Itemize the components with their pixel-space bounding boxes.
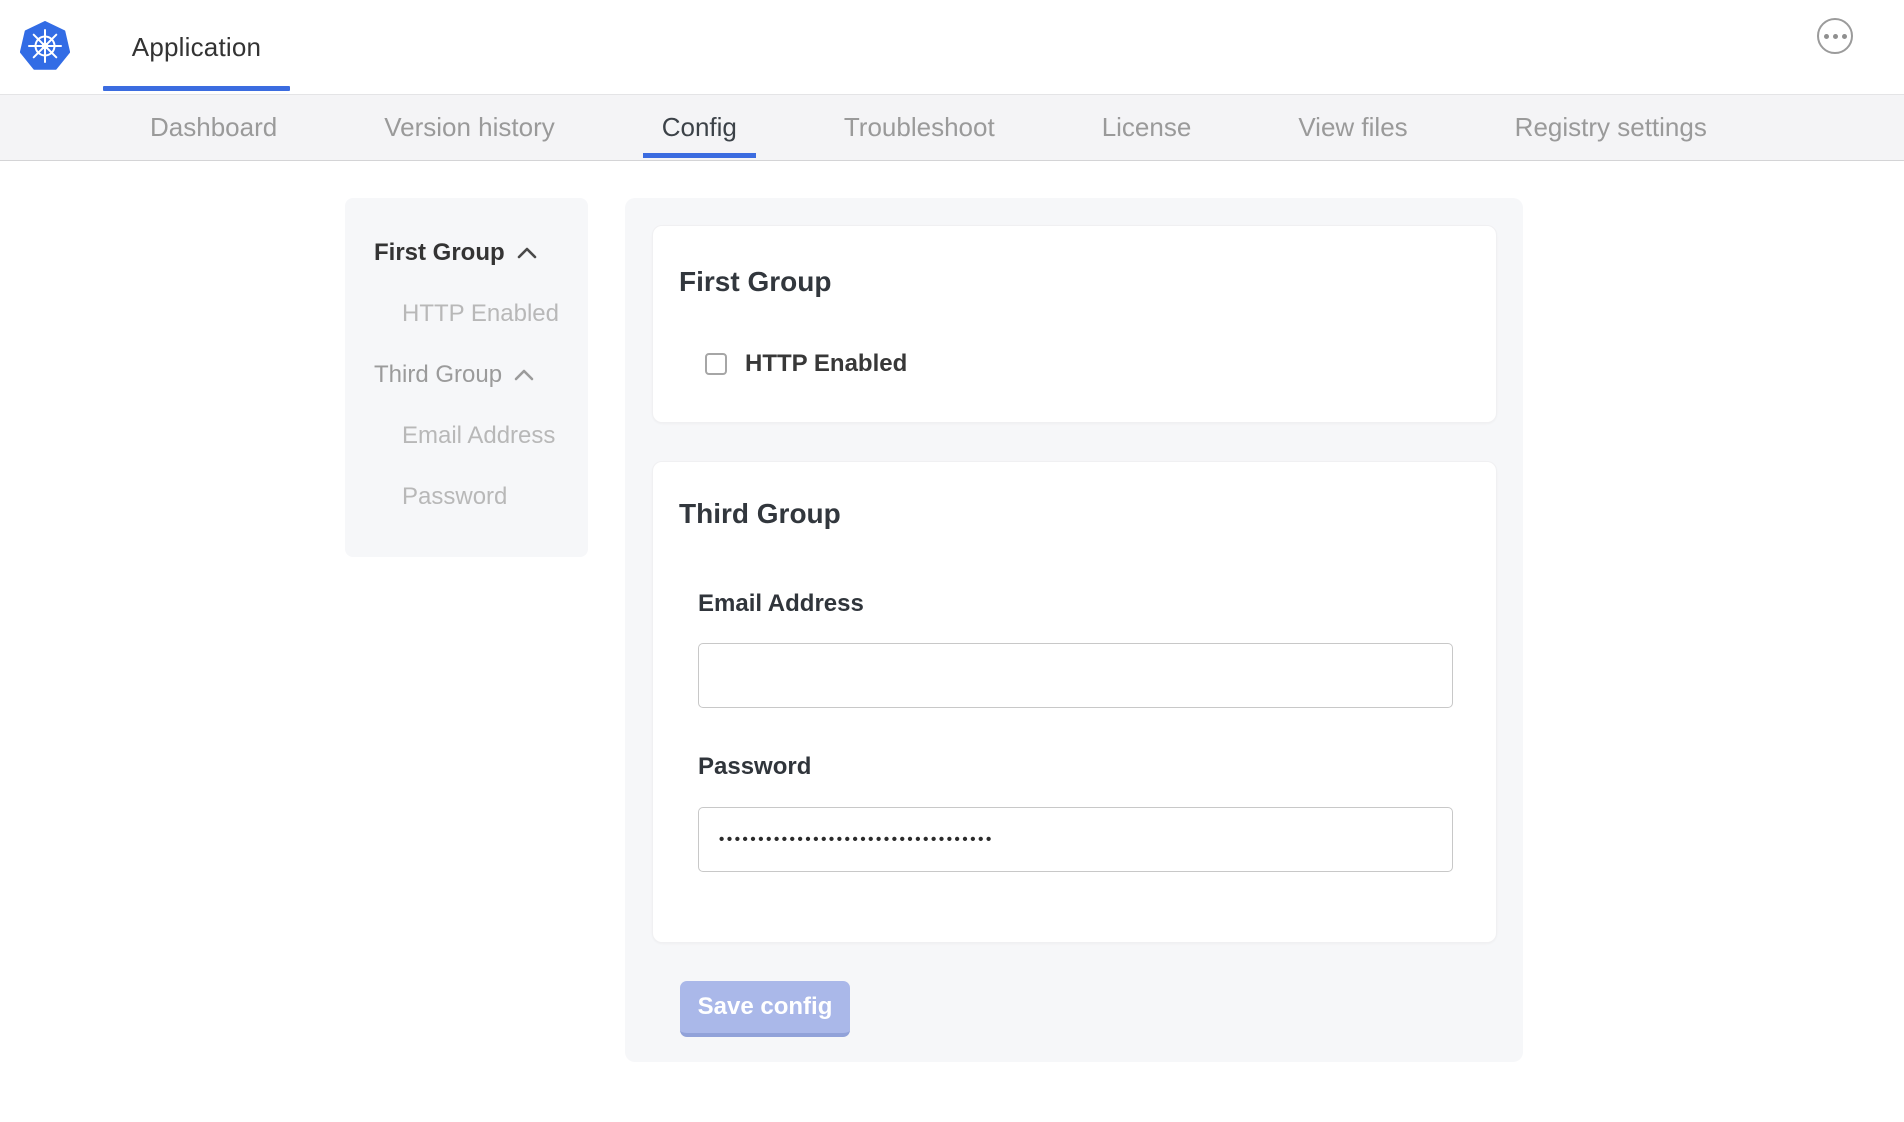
sidebar-item-label: Email Address	[402, 422, 555, 450]
tab-registry-settings[interactable]: Registry settings	[1515, 95, 1707, 160]
sidebar-item-email-address[interactable]: Email Address	[345, 422, 588, 450]
config-sidebar: First Group HTTP Enabled Third Group Ema…	[345, 198, 588, 557]
sidebar-item-http-enabled[interactable]: HTTP Enabled	[345, 300, 588, 328]
app-nav-bar: Dashboard Version history Config Trouble…	[0, 94, 1904, 161]
overflow-menu-button[interactable]	[1817, 18, 1853, 54]
save-config-button[interactable]: Save config	[680, 981, 850, 1037]
email-address-input[interactable]	[698, 643, 1453, 708]
sidebar-item-label: Third Group	[374, 361, 502, 389]
tab-config[interactable]: Config	[662, 95, 737, 160]
password-field: Password	[698, 753, 1470, 872]
email-address-field: Email Address	[698, 590, 1470, 708]
application-tab[interactable]: Application	[103, 0, 290, 94]
kubernetes-logo-icon	[20, 21, 70, 71]
sidebar-item-third-group[interactable]: Third Group	[345, 361, 588, 389]
nav-tabs: Dashboard Version history Config Trouble…	[150, 95, 1707, 160]
http-enabled-field: HTTP Enabled	[705, 350, 1470, 378]
sidebar-item-password[interactable]: Password	[345, 483, 588, 511]
http-enabled-label[interactable]: HTTP Enabled	[745, 350, 907, 378]
http-enabled-checkbox[interactable]	[705, 353, 727, 375]
ellipsis-icon	[1824, 34, 1829, 39]
tab-view-files[interactable]: View files	[1298, 95, 1407, 160]
password-input[interactable]	[698, 807, 1453, 872]
sidebar-item-label: First Group	[374, 239, 505, 267]
tab-version-history[interactable]: Version history	[384, 95, 555, 160]
application-tab-label: Application	[132, 32, 261, 63]
config-group-third: Third Group Email Address Password	[652, 461, 1497, 943]
chevron-up-icon	[514, 368, 534, 382]
group-title: First Group	[679, 266, 1470, 298]
tab-troubleshoot[interactable]: Troubleshoot	[844, 95, 995, 160]
ellipsis-icon	[1833, 34, 1838, 39]
config-panel: First Group HTTP Enabled Third Group Ema…	[625, 198, 1523, 1062]
sidebar-item-first-group[interactable]: First Group	[345, 239, 588, 267]
app-window: Application Dashboard Version history Co…	[0, 0, 1904, 1122]
chevron-up-icon	[517, 246, 537, 260]
tab-dashboard[interactable]: Dashboard	[150, 95, 277, 160]
password-label: Password	[698, 753, 1470, 777]
top-bar: Application	[0, 0, 1904, 94]
sidebar-item-label: HTTP Enabled	[402, 300, 559, 328]
tab-license[interactable]: License	[1102, 95, 1192, 160]
sidebar-item-label: Password	[402, 483, 507, 511]
group-title: Third Group	[679, 498, 1470, 530]
ellipsis-icon	[1842, 34, 1847, 39]
email-address-label: Email Address	[698, 590, 1470, 614]
config-group-first: First Group HTTP Enabled	[652, 225, 1497, 423]
